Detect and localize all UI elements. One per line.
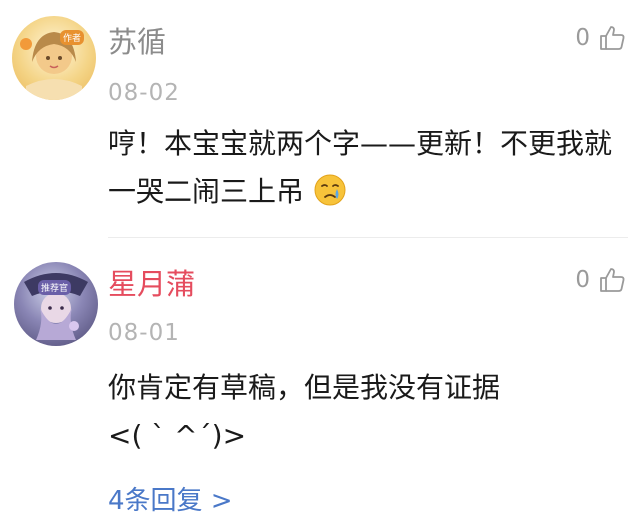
like-button[interactable]: 0 — [575, 266, 626, 294]
avatar[interactable]: 推荐官 — [14, 262, 98, 346]
thumbs-up-icon — [600, 26, 625, 50]
comment-item: 作者 苏循 08-02 0 哼！本宝宝就两个字——更新！不更我就一哭二闹三上吊 — [0, 0, 640, 238]
avatar-portrait-icon — [24, 273, 88, 340]
comment-text-content: 哼！本宝宝就两个字——更新！不更我就一哭二闹三上吊 — [108, 127, 613, 208]
comment-text-line: 你肯定有草稿，但是我没有证据 — [108, 371, 501, 404]
avatar-portrait-icon — [20, 32, 82, 100]
like-count: 0 — [575, 267, 590, 293]
comment-date: 08-01 — [108, 320, 180, 346]
comment-text: 哼！本宝宝就两个字——更新！不更我就一哭二闹三上吊 — [108, 120, 618, 216]
comment-text: 你肯定有草稿，但是我没有证据 <( ` ^´)> — [108, 364, 618, 460]
comment-item: 推荐官 星月蒲 08-01 0 你肯定有草稿，但是我没有证据 <( ` ^´)>… — [0, 238, 640, 526]
thumbs-up-icon — [600, 268, 625, 292]
view-replies-link[interactable]: 4条回复 > — [108, 480, 233, 517]
username[interactable]: 星月蒲 — [108, 270, 195, 299]
author-badge: 作者 — [60, 30, 85, 45]
comment-date: 08-02 — [108, 80, 180, 106]
username[interactable]: 苏循 — [108, 28, 166, 57]
avatar[interactable]: 作者 — [12, 16, 96, 100]
like-button[interactable]: 0 — [575, 24, 626, 52]
recommender-badge: 推荐官 — [38, 280, 72, 295]
crying-face-emoji — [314, 174, 346, 206]
like-count: 0 — [575, 25, 590, 51]
comment-text-line: <( ` ^´)> — [108, 419, 247, 452]
